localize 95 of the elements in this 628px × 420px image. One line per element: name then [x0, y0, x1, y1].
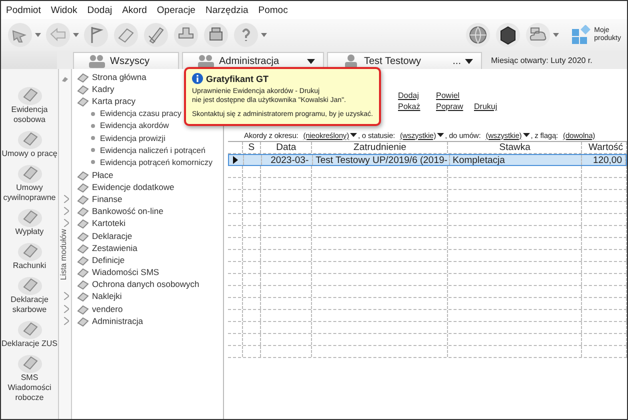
module-icon [77, 180, 89, 193]
tree-item[interactable]: Bankowość on-line [92, 206, 164, 216]
table-cell: Kompletacja [450, 155, 582, 165]
tree-item[interactable]: Ewidencje dodatkowe [92, 182, 174, 192]
info-icon [192, 73, 203, 84]
tree-item[interactable]: Kartoteki [92, 218, 126, 228]
module-button[interactable]: Wypłaty [1, 205, 58, 237]
globe-icon[interactable] [465, 22, 492, 48]
menu-item[interactable]: Narzędzia [205, 4, 248, 16]
tree-item[interactable]: Strona główna [92, 72, 146, 82]
caret-icon[interactable] [465, 58, 473, 64]
table-row[interactable]: 2023-03- Test Testowy UP/2019/6 (2019- Kompletacja 120,00 [228, 154, 627, 166]
tree-item[interactable]: Deklaracje [92, 230, 132, 241]
tree-item[interactable]: Finanse [92, 194, 122, 204]
tree-item[interactable]: Definicje [92, 254, 125, 265]
bullet-icon [91, 148, 95, 152]
module-icon [77, 278, 89, 290]
action-link[interactable]: Drukuj [474, 102, 512, 111]
column-header[interactable]: Wartość [582, 142, 627, 153]
stamp-icon[interactable] [173, 22, 199, 48]
column-header[interactable]: Data [260, 142, 312, 153]
return-icon[interactable] [45, 22, 71, 48]
tree-item[interactable]: Ochrona danych osobowych [92, 279, 200, 290]
context-tab[interactable]: Wszyscy [73, 52, 179, 69]
flag-icon[interactable] [83, 22, 109, 48]
action-link[interactable]: Powiel [436, 91, 474, 100]
tree-item[interactable]: Zestawienia [92, 242, 138, 253]
module-button[interactable]: Rachunki [1, 239, 58, 271]
help-icon[interactable] [233, 22, 259, 48]
caret-icon[interactable] [437, 133, 444, 137]
bullet-icon [91, 112, 95, 116]
action-link[interactable]: Popraw [436, 102, 474, 111]
pen-icon[interactable] [143, 22, 169, 48]
tree-item[interactable]: vendero [92, 304, 123, 314]
module-button[interactable]: Deklaracje ZUS [1, 317, 58, 349]
action-link[interactable]: Pokaż [398, 102, 436, 111]
module-icon [77, 71, 89, 84]
module-icon [77, 242, 89, 254]
tree-item[interactable]: Karta pracy [92, 96, 136, 106]
tree-item[interactable]: Naklejki [92, 291, 122, 302]
tree-item[interactable]: Płace [92, 170, 114, 180]
tree-item[interactable]: Ewidencja potrąceń komorniczy [100, 158, 212, 167]
people-icon [88, 54, 106, 68]
tree-item[interactable]: Ewidencja prowizji [100, 134, 166, 143]
table-cell: 120,00 [582, 155, 626, 165]
tooltip-title: Gratyfikant GT [206, 74, 269, 84]
menu-item[interactable]: Operacje [156, 4, 196, 16]
cube-icon[interactable] [495, 22, 522, 48]
module-button[interactable]: Umowy o pracę [1, 127, 58, 159]
cloud-icon[interactable] [525, 22, 552, 48]
modules-label: Lista modułów [59, 229, 68, 280]
tree-item[interactable]: Kadry [92, 84, 114, 94]
tree-item[interactable]: Wiadomości SMS [92, 267, 160, 278]
menu-item[interactable]: Dodaj [87, 4, 112, 16]
tree-item[interactable]: Ewidencja naliczeń i potrąceń [100, 146, 206, 155]
tree-item[interactable]: Ewidencja czasu pracy [100, 109, 182, 118]
caret-icon[interactable] [350, 133, 357, 137]
module-icon [77, 205, 89, 218]
module-icon [77, 290, 89, 302]
module-icon [77, 254, 89, 266]
caret-icon[interactable] [307, 58, 315, 64]
module-button[interactable]: Ewidencja osobowa [1, 83, 58, 125]
module-button[interactable]: Deklaracje skarbowe [1, 273, 58, 315]
menu-item[interactable]: Pomoc [258, 4, 288, 16]
open-month: Miesiąc otwarty: Luty 2020 r. [490, 56, 594, 67]
table-cell: 2023-03- [262, 155, 313, 165]
module-icon [77, 217, 89, 230]
action-link[interactable]: Dodaj [398, 91, 436, 100]
column-header[interactable]: S [242, 142, 261, 153]
menu-item[interactable]: Podmiot [6, 4, 41, 16]
module-icon [77, 95, 89, 108]
module-icon [77, 192, 89, 205]
module-icon [77, 314, 89, 327]
table-cell: Test Testowy UP/2019/6 (2019- [312, 155, 450, 165]
bullet-icon [91, 124, 95, 128]
tree-item[interactable]: Ewidencja akordów [100, 121, 169, 130]
tree-item[interactable]: Administracja [92, 316, 144, 326]
module-button[interactable]: SMS Wiadomości robocze [1, 351, 58, 403]
printer-icon[interactable] [203, 22, 229, 48]
caret-icon[interactable] [522, 133, 530, 137]
menu-item[interactable]: Akord [122, 4, 147, 16]
bullet-icon [91, 136, 95, 140]
column-header[interactable]: Zatrudnienie [312, 142, 448, 153]
tiles-icon [571, 25, 592, 45]
current-row-icon [233, 156, 238, 164]
context-tab[interactable]: Test Testowy ... [327, 52, 482, 69]
menu-item[interactable]: Widok [50, 4, 78, 16]
module-icon [77, 266, 89, 278]
module-icon [77, 168, 89, 181]
column-header[interactable]: Stawka [448, 142, 582, 153]
module-icon [77, 230, 89, 242]
module-icon [77, 302, 89, 315]
module-icon [77, 83, 89, 96]
module-button[interactable]: Umowy cywilnoprawne [1, 161, 58, 203]
bullet-icon [91, 160, 95, 164]
